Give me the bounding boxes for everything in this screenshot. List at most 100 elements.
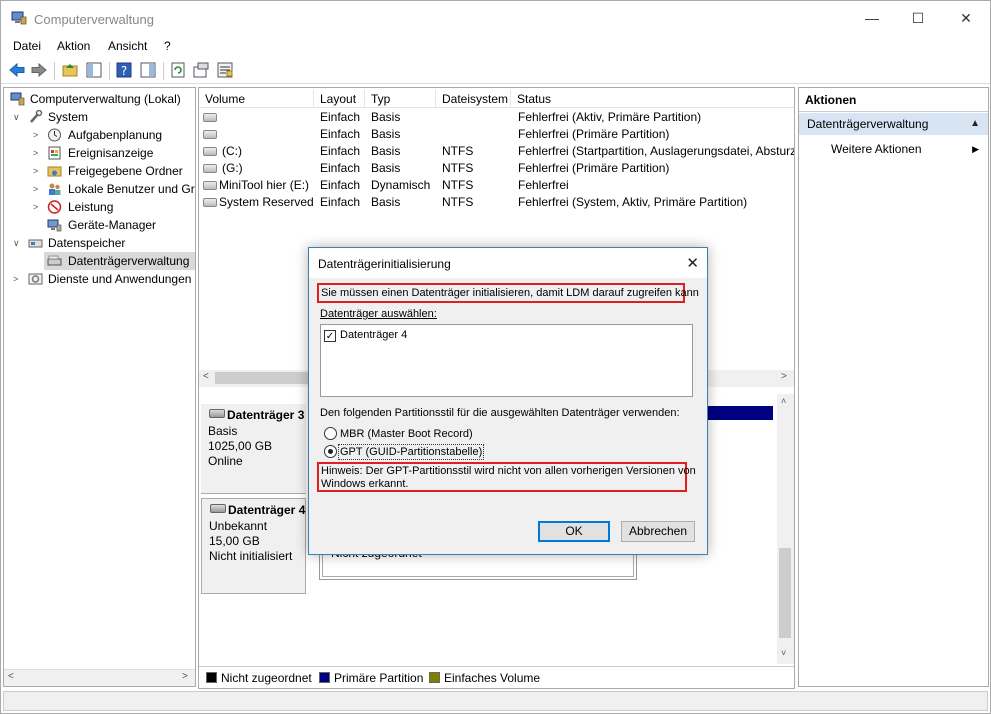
- clock-icon: [48, 128, 61, 142]
- tree-item-dienste-anwendungen[interactable]: > Dienste und Anwendungen: [4, 270, 195, 288]
- export-list-icon[interactable]: [216, 61, 234, 79]
- scrollbar-thumb[interactable]: [779, 548, 791, 638]
- scroll-up-icon[interactable]: ˄: [781, 396, 786, 406]
- ok-button[interactable]: OK: [538, 521, 610, 542]
- actions-section-disk-management[interactable]: Datenträgerverwaltung ▲: [799, 113, 988, 135]
- submenu-arrow-icon: ▶: [972, 144, 979, 154]
- disk-4-checkbox[interactable]: ✓: [324, 330, 336, 342]
- collapse-chevron-icon[interactable]: >: [33, 144, 43, 162]
- table-row[interactable]: (G:) Einfach Basis NTFS Fehlerfrei (Prim…: [199, 160, 794, 177]
- storage-icon: [28, 239, 43, 248]
- svg-text:?: ?: [121, 64, 127, 78]
- expand-chevron-icon[interactable]: ∨: [13, 108, 23, 126]
- collapse-chevron-icon[interactable]: >: [13, 270, 23, 288]
- title-bar: Computerverwaltung — ☐ ✕: [1, 1, 990, 37]
- dialog-message: Sie müssen einen Datenträger initialisie…: [321, 287, 699, 299]
- more-actions-item[interactable]: Weitere Aktionen ▶: [831, 140, 981, 158]
- tree-item-geraete-manager[interactable]: Geräte-Manager: [4, 216, 195, 234]
- help-icon[interactable]: ?: [115, 61, 133, 79]
- scroll-right-icon[interactable]: >: [182, 671, 188, 682]
- tree-item-freigegebene-ordner[interactable]: > Freigegebene Ordner: [4, 162, 195, 180]
- computer-icon: [10, 92, 25, 106]
- actions-pane: Aktionen Datenträgerverwaltung ▲ Weitere…: [798, 87, 989, 687]
- drive-icon: [203, 164, 217, 173]
- maximize-button[interactable]: ☐: [895, 1, 941, 35]
- initialize-disk-dialog: Datenträgerinitialisierung ✕ Sie müssen …: [308, 247, 708, 555]
- tools-icon: [30, 110, 43, 123]
- scroll-left-icon[interactable]: <: [8, 671, 14, 682]
- computer-management-icon: [11, 11, 27, 25]
- menu-ansicht[interactable]: Ansicht: [108, 39, 147, 53]
- refresh-icon[interactable]: [169, 61, 187, 79]
- tree-item-ereignisanzeige[interactable]: > Ereignisanzeige: [4, 144, 195, 162]
- disk-view-vertical-scrollbar[interactable]: ˄ ˅: [777, 394, 794, 664]
- show-hide-tree-icon[interactable]: [85, 61, 103, 79]
- disk-uninitialized-icon: [210, 504, 226, 513]
- table-row[interactable]: Einfach Basis Fehlerfrei (Aktiv, Primäre…: [199, 109, 794, 126]
- dialog-close-icon[interactable]: ✕: [686, 254, 699, 272]
- close-button[interactable]: ✕: [943, 1, 989, 35]
- tree-item-datenspeicher[interactable]: ∨ Datenspeicher: [4, 234, 195, 252]
- tree-item-lokale-benutzer[interactable]: > Lokale Benutzer und Gr: [4, 180, 195, 198]
- legend: Nicht zugeordnet Primäre Partition Einfa…: [199, 666, 794, 688]
- gpt-radio[interactable]: [324, 445, 337, 458]
- tree-item-system[interactable]: ∨ System: [4, 108, 195, 126]
- back-arrow-icon[interactable]: [8, 61, 26, 79]
- table-row[interactable]: Einfach Basis Fehlerfrei (Primäre Partit…: [199, 126, 794, 143]
- minimize-button[interactable]: —: [849, 1, 895, 35]
- partition-style-label: Den folgenden Partitionsstil für die aus…: [320, 407, 680, 419]
- up-folder-icon[interactable]: [61, 61, 79, 79]
- expand-chevron-icon[interactable]: ∨: [13, 234, 23, 252]
- scroll-right-icon[interactable]: >: [781, 371, 787, 382]
- menu-help[interactable]: ?: [164, 39, 171, 53]
- gpt-label[interactable]: GPT (GUID-Partitionstabelle): [337, 444, 485, 460]
- menu-aktion[interactable]: Aktion: [57, 39, 90, 53]
- toolbar: ?: [1, 58, 990, 84]
- tree-horizontal-scrollbar[interactable]: < >: [4, 669, 195, 686]
- table-row[interactable]: MiniTool hier (E:) Einfach Dynamisch NTF…: [199, 177, 794, 194]
- collapse-chevron-icon[interactable]: >: [33, 180, 43, 198]
- services-icon: [28, 273, 43, 285]
- scroll-left-icon[interactable]: <: [203, 371, 209, 382]
- cancel-button[interactable]: Abbrechen: [621, 521, 695, 542]
- event-log-icon: [48, 146, 61, 160]
- status-bar: [3, 691, 988, 711]
- disk-3-info[interactable]: Datenträger 3 Basis 1025,00 GB Online: [201, 404, 306, 494]
- drive-icon: [203, 181, 217, 190]
- tree-item-aufgabenplanung[interactable]: > Aufgabenplanung: [4, 126, 195, 144]
- tree-item-leistung[interactable]: > Leistung: [4, 198, 195, 216]
- computer-management-window: Computerverwaltung — ☐ ✕ Datei Aktion An…: [0, 0, 991, 714]
- column-typ[interactable]: Typ: [365, 90, 436, 108]
- scroll-down-icon[interactable]: ˅: [781, 648, 786, 658]
- collapse-chevron-icon[interactable]: >: [33, 162, 43, 180]
- tree-item-datentraegerverwaltung[interactable]: Datenträgerverwaltung: [44, 252, 195, 270]
- drive-icon: [203, 130, 217, 139]
- disk-4-list-label[interactable]: Datenträger 4: [340, 329, 407, 341]
- navigation-tree: Computerverwaltung (Lokal) ∨ System > Au…: [3, 87, 196, 687]
- properties-icon[interactable]: [192, 61, 210, 79]
- column-dateisystem[interactable]: Dateisystem: [436, 90, 511, 108]
- disk-select-list[interactable]: ✓ Datenträger 4: [320, 324, 693, 397]
- column-status[interactable]: Status: [511, 90, 794, 108]
- menu-datei[interactable]: Datei: [13, 39, 41, 53]
- performance-icon: [47, 200, 62, 214]
- collapse-chevron-icon[interactable]: >: [33, 198, 43, 216]
- forward-arrow-icon[interactable]: [30, 61, 48, 79]
- mbr-label[interactable]: MBR (Master Boot Record): [340, 428, 473, 440]
- select-disk-label: Datenträger auswählen:: [320, 308, 437, 320]
- mbr-radio[interactable]: [324, 427, 337, 440]
- legend-swatch-simple: [429, 672, 440, 683]
- menu-bar: Datei Aktion Ansicht ?: [1, 37, 990, 57]
- table-row[interactable]: System Reserved Einfach Basis NTFS Fehle…: [199, 194, 794, 211]
- users-icon: [49, 183, 61, 195]
- table-row[interactable]: (C:) Einfach Basis NTFS Fehlerfrei (Star…: [199, 143, 794, 160]
- column-layout[interactable]: Layout: [314, 90, 365, 108]
- tree-item-computerverwaltung[interactable]: Computerverwaltung (Lokal): [4, 90, 195, 108]
- column-volume[interactable]: Volume: [199, 90, 314, 108]
- disk-3-partition-bar[interactable]: [707, 406, 773, 420]
- disk-4-info[interactable]: Datenträger 4 Unbekannt 15,00 GB Nicht i…: [201, 498, 306, 594]
- collapse-chevron-icon[interactable]: >: [33, 126, 43, 144]
- shared-folder-icon: [47, 166, 62, 177]
- show-action-pane-icon[interactable]: [139, 61, 157, 79]
- collapse-triangle-icon[interactable]: ▲: [970, 113, 980, 135]
